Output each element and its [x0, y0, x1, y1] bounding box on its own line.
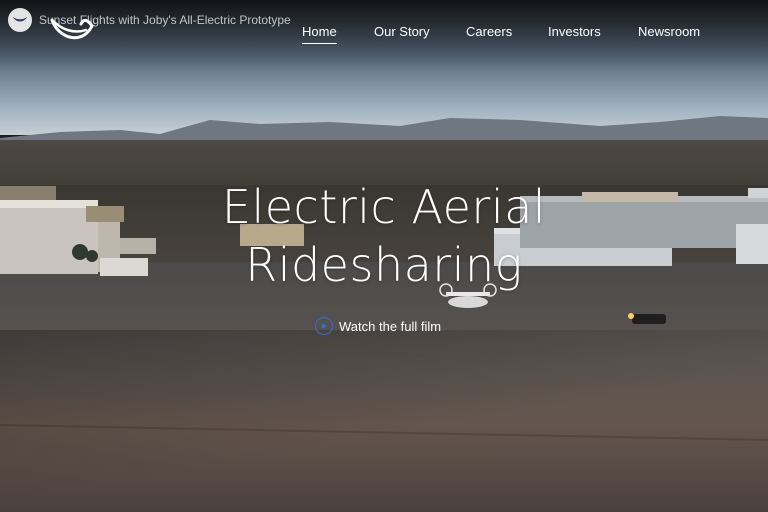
watch-film-button[interactable]: Watch the full film: [315, 317, 441, 335]
watch-film-label: Watch the full film: [339, 318, 442, 334]
nav-investors[interactable]: Investors: [548, 24, 601, 39]
play-icon: [322, 323, 327, 329]
main-nav: Home Our Story Careers Investors Newsroo…: [0, 24, 768, 44]
hero-section: Sunset Flights with Joby's All-Electric …: [0, 0, 768, 512]
nav-home[interactable]: Home: [302, 24, 337, 44]
hero-headline: Electric Aerial Ridesharing: [0, 178, 768, 294]
nav-careers[interactable]: Careers: [466, 24, 512, 39]
site-header: Sunset Flights with Joby's All-Electric …: [0, 0, 768, 60]
headline-line-2: Ridesharing: [245, 238, 523, 292]
nav-our-story[interactable]: Our Story: [374, 24, 430, 39]
play-circle-icon: [315, 317, 333, 335]
nav-newsroom[interactable]: Newsroom: [638, 24, 700, 39]
headline-line-1: Electric Aerial: [221, 180, 547, 234]
